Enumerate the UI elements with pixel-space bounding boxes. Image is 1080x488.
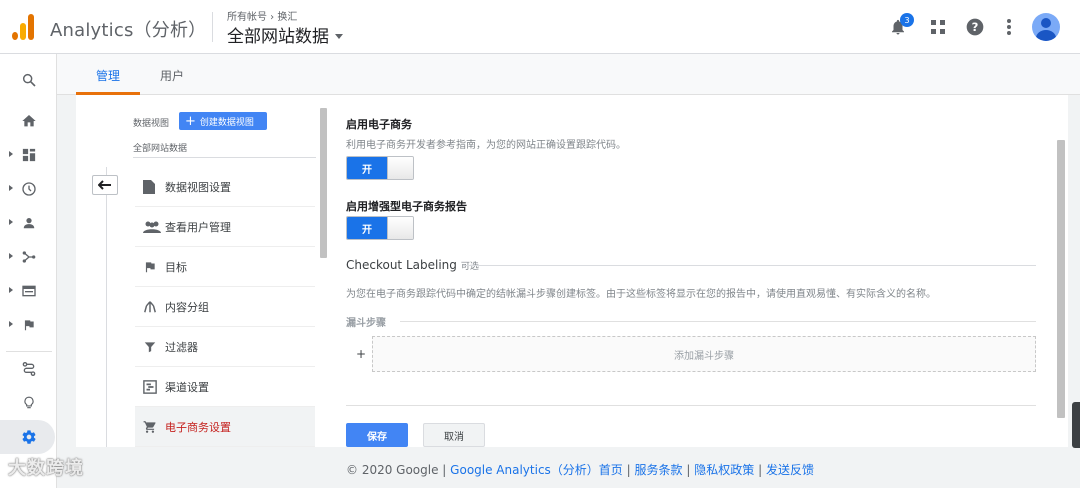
menu-view-settings[interactable]: 数据视图设置 xyxy=(135,167,315,207)
ga-home-link[interactable]: Google Analytics（分析）首页 xyxy=(450,463,623,477)
ecommerce-title: 启用电子商务 xyxy=(346,118,412,131)
cancel-button[interactable]: 取消 xyxy=(423,423,485,447)
dashboard-icon[interactable] xyxy=(0,140,57,170)
caret-down-icon xyxy=(335,34,343,39)
menu-goals[interactable]: 目标 xyxy=(135,247,315,287)
channel-icon xyxy=(135,379,165,394)
ecommerce-settings-panel: 启用电子商务 利用电子商务开发者参考指南，为您的网站正确设置跟踪代码。 开 启用… xyxy=(328,95,1068,447)
attribution-icon[interactable] xyxy=(0,354,57,384)
tab-admin[interactable]: 管理 xyxy=(96,67,120,84)
add-funnel-step-button[interactable]: 添加漏斗步骤 xyxy=(372,336,1036,372)
left-nav xyxy=(0,54,57,488)
back-arrow-button[interactable] xyxy=(92,175,118,195)
menu-label: 渠道设置 xyxy=(165,380,209,394)
menu-label: 查看用户管理 xyxy=(165,220,231,234)
checkout-title-text: Checkout Labeling xyxy=(346,258,457,272)
enhanced-ecommerce-toggle[interactable]: 开 xyxy=(346,216,414,240)
feedback-link[interactable]: 发送反馈 xyxy=(766,463,814,477)
footer-separator: | xyxy=(626,463,631,477)
menu-label: 数据视图设置 xyxy=(165,180,231,194)
toggle-knob xyxy=(387,157,413,179)
menu-channel-settings[interactable]: 渠道设置 xyxy=(135,367,315,407)
funnel-divider xyxy=(400,321,1036,322)
toggle-knob xyxy=(387,217,413,239)
content-grouping-icon xyxy=(135,300,165,314)
menu-label: 内容分组 xyxy=(165,300,209,314)
funnel-steps-title: 漏斗步骤 xyxy=(346,318,386,329)
optional-tag: 可选 xyxy=(460,262,479,272)
flag-icon xyxy=(135,260,165,274)
privacy-link[interactable]: 隐私权政策 xyxy=(694,463,754,477)
ecommerce-description: 利用电子商务开发者参考指南，为您的网站正确设置跟踪代码。 xyxy=(346,140,626,151)
cart-icon xyxy=(135,420,165,434)
menu-content-grouping[interactable]: 内容分组 xyxy=(135,287,315,327)
people-icon xyxy=(135,221,165,233)
document-icon xyxy=(135,179,165,194)
menu-filters[interactable]: 过滤器 xyxy=(135,327,315,367)
edge-handle[interactable] xyxy=(1072,402,1080,448)
view-column: 数据视图 + 创建数据视图 全部网站数据 数据视图设置 查看用户管理 目标 内容… xyxy=(76,95,328,447)
column-scrollbar[interactable] xyxy=(320,108,327,258)
footer-separator: | xyxy=(686,463,691,477)
top-header: Analytics（分析） 所有帐号 › 换汇 全部网站数据 3 ? xyxy=(0,0,1080,54)
footer: © 2020 Google | Google Analytics（分析）首页 |… xyxy=(346,461,814,478)
toggle-on-label: 开 xyxy=(347,157,387,179)
menu-label: 目标 xyxy=(165,260,187,274)
ecommerce-toggle[interactable]: 开 xyxy=(346,156,414,180)
checkout-description: 为您在电子商务跟踪代码中确定的结帐漏斗步骤创建标签。由于这些标签将显示在您的报告… xyxy=(346,289,936,300)
form-divider xyxy=(346,405,1036,406)
filter-icon xyxy=(135,340,165,354)
menu-label: 过滤器 xyxy=(165,340,198,354)
column-label: 数据视图 xyxy=(133,119,170,129)
lightbulb-icon[interactable] xyxy=(0,388,57,418)
nav-separator xyxy=(6,351,52,352)
header-divider xyxy=(212,12,213,42)
avatar[interactable] xyxy=(1032,13,1060,41)
menu-label: 电子商务设置 xyxy=(165,420,231,434)
apps-grid-icon[interactable] xyxy=(926,15,950,39)
create-view-button[interactable]: + 创建数据视图 xyxy=(179,112,267,130)
analytics-logo[interactable] xyxy=(12,14,36,40)
view-name: 全部网站数据 xyxy=(227,27,329,47)
app-title: Analytics（分析） xyxy=(50,20,207,41)
help-icon[interactable]: ? xyxy=(963,15,987,39)
home-icon[interactable] xyxy=(0,106,57,136)
view-selector[interactable]: 全部网站数据 xyxy=(227,22,343,47)
search-icon[interactable] xyxy=(0,65,57,95)
save-button[interactable]: 保存 xyxy=(346,423,408,447)
menu-ecommerce-settings[interactable]: 电子商务设置 xyxy=(135,407,315,447)
create-view-label: 创建数据视图 xyxy=(199,117,254,128)
column-view-name[interactable]: 全部网站数据 xyxy=(133,141,187,154)
notification-badge: 3 xyxy=(900,13,914,27)
plus-icon: + xyxy=(185,113,196,129)
menu-user-management[interactable]: 查看用户管理 xyxy=(135,207,315,247)
tab-bar: 管理 用户 xyxy=(57,54,1080,95)
checkout-divider xyxy=(463,265,1036,266)
flag-icon[interactable] xyxy=(0,310,57,340)
tab-users[interactable]: 用户 xyxy=(160,67,184,84)
svg-text:?: ? xyxy=(972,20,979,34)
column-tree-line xyxy=(106,167,107,447)
breadcrumb[interactable]: 所有帐号 › 换汇 xyxy=(227,8,297,23)
settings-icon[interactable] xyxy=(0,422,57,452)
footer-separator: | xyxy=(758,463,763,477)
column-divider xyxy=(133,157,316,158)
toggle-on-label: 开 xyxy=(347,217,387,239)
main-scrollbar[interactable] xyxy=(1057,140,1065,418)
watermark: 大数跨境 xyxy=(8,458,84,479)
funnel-plus-icon: + xyxy=(356,347,367,361)
copyright: © 2020 Google | xyxy=(346,463,447,477)
person-icon[interactable] xyxy=(0,208,57,238)
behavior-icon[interactable] xyxy=(0,276,57,306)
acquisition-icon[interactable] xyxy=(0,242,57,272)
terms-link[interactable]: 服务条款 xyxy=(635,463,683,477)
more-vert-icon[interactable] xyxy=(997,15,1021,39)
enhanced-ecommerce-title: 启用增强型电子商务报告 xyxy=(346,200,467,213)
checkout-labeling-title: Checkout Labeling 可选 xyxy=(346,258,479,272)
clock-icon[interactable] xyxy=(0,174,57,204)
